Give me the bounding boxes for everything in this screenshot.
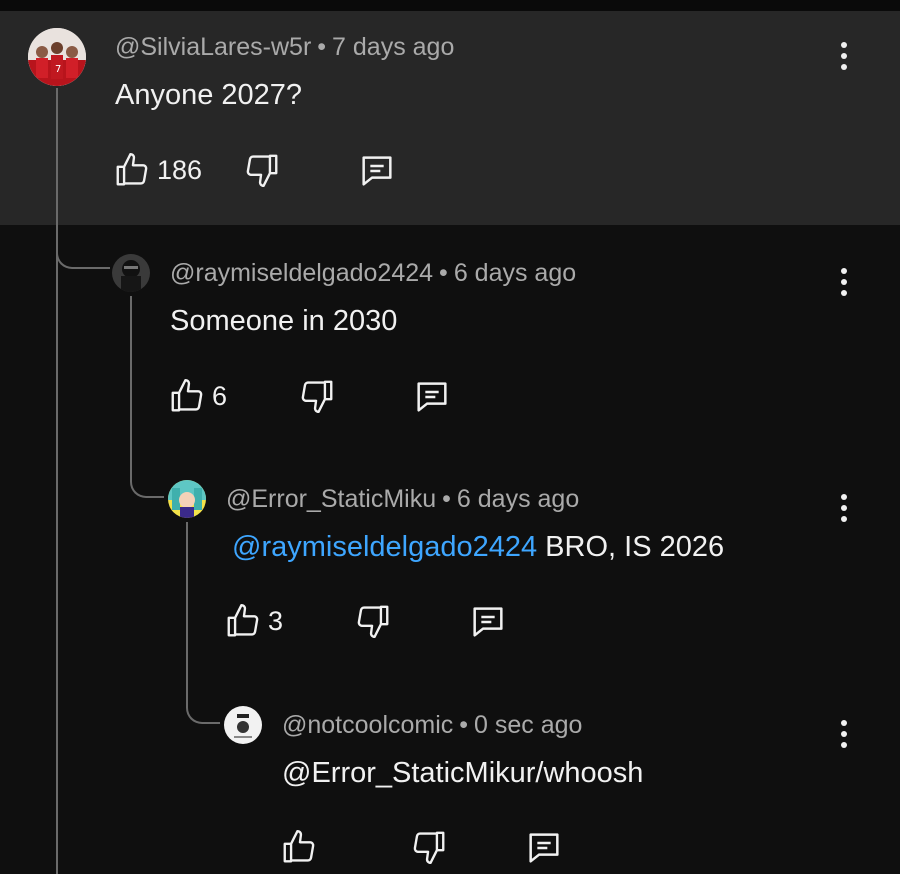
like-button[interactable]: 186: [113, 151, 202, 189]
dislike-button[interactable]: [298, 377, 336, 415]
thread-line-main: [56, 88, 58, 874]
reply-icon: [417, 382, 447, 412]
more-vert-icon: [841, 268, 847, 274]
reply-button[interactable]: [468, 602, 508, 642]
thread-line-reply-2: [186, 522, 188, 690]
dislike-button[interactable]: [243, 151, 281, 189]
reply-button[interactable]: [412, 377, 452, 417]
reply-button[interactable]: [524, 828, 564, 868]
timestamp: 0 sec ago: [474, 711, 583, 739]
thumbs-up-icon: [283, 829, 315, 863]
comment-menu-button[interactable]: [838, 720, 850, 754]
like-count: 6: [212, 380, 228, 411]
thumbs-up-icon: [171, 378, 203, 412]
meta-separator: •: [439, 259, 448, 287]
avatar[interactable]: [224, 706, 262, 744]
avatar[interactable]: [168, 480, 206, 518]
meta-separator: •: [317, 33, 327, 61]
more-vert-icon: [841, 42, 847, 48]
top-bar: [0, 0, 900, 11]
comment-text: Anyone 2027?: [115, 79, 303, 111]
thumbs-down-icon: [246, 154, 278, 188]
avatar-image: [224, 706, 262, 744]
thumbs-up-icon: [227, 603, 259, 637]
comment-meta: @SilviaLares-w5r • 7 days ago: [115, 33, 454, 62]
reply-icon: [473, 607, 503, 637]
comment-menu-button[interactable]: [838, 494, 850, 528]
reply-icon: [362, 156, 392, 186]
meta-separator: •: [459, 711, 469, 739]
comment-menu-button[interactable]: [838, 268, 850, 302]
comment-text: @Error_StaticMikur/whoosh: [282, 757, 644, 789]
avatar[interactable]: 7: [28, 28, 86, 86]
thread-elbow-2: [130, 462, 164, 498]
author-handle[interactable]: @SilviaLares-w5r: [115, 33, 311, 61]
thread-elbow-1: [56, 235, 110, 269]
like-button[interactable]: 6: [168, 377, 227, 415]
more-vert-icon: [841, 494, 847, 500]
comment-meta: @notcoolcomic • 0 sec ago: [282, 711, 582, 740]
like-button[interactable]: [280, 828, 324, 866]
comment-body: BRO, IS 2026: [537, 531, 725, 563]
like-count: 3: [268, 605, 284, 636]
like-count: 186: [157, 154, 203, 185]
avatar-image: [168, 480, 206, 518]
comment-menu-button[interactable]: [838, 42, 850, 76]
comment-text: @raymiseldelgado2424 BRO, IS 2026: [232, 531, 724, 564]
comment-meta: @raymiseldelgado2424 • 6 days ago: [170, 259, 576, 288]
thumbs-up-icon: [116, 152, 148, 186]
comment-meta: @Error_StaticMiku • 6 days ago: [226, 485, 579, 514]
reply-icon: [529, 833, 559, 863]
thumbs-down-icon: [413, 831, 445, 865]
avatar[interactable]: [112, 254, 150, 292]
avatar-image: [112, 254, 150, 292]
svg-text:7: 7: [55, 64, 61, 75]
mention-link[interactable]: @raymiseldelgado2424: [232, 531, 537, 563]
thumbs-down-icon: [357, 605, 389, 639]
timestamp: 6 days ago: [456, 485, 580, 513]
more-vert-icon: [841, 720, 847, 726]
author-handle[interactable]: @raymiseldelgado2424: [170, 259, 433, 287]
dislike-button[interactable]: [354, 602, 392, 640]
timestamp: 7 days ago: [332, 33, 455, 61]
thread-elbow-3: [186, 688, 220, 724]
author-handle[interactable]: @notcoolcomic: [282, 711, 453, 739]
dislike-button[interactable]: [410, 828, 448, 866]
thumbs-down-icon: [301, 380, 333, 414]
author-handle[interactable]: @Error_StaticMiku: [226, 485, 436, 513]
meta-separator: •: [442, 485, 451, 513]
reply-button[interactable]: [357, 151, 397, 191]
avatar-image: 7: [28, 28, 86, 86]
comment-text: Someone in 2030: [170, 305, 398, 337]
like-button[interactable]: 3: [224, 602, 283, 640]
thread-line-reply-1: [130, 296, 132, 464]
timestamp: 6 days ago: [453, 259, 577, 287]
